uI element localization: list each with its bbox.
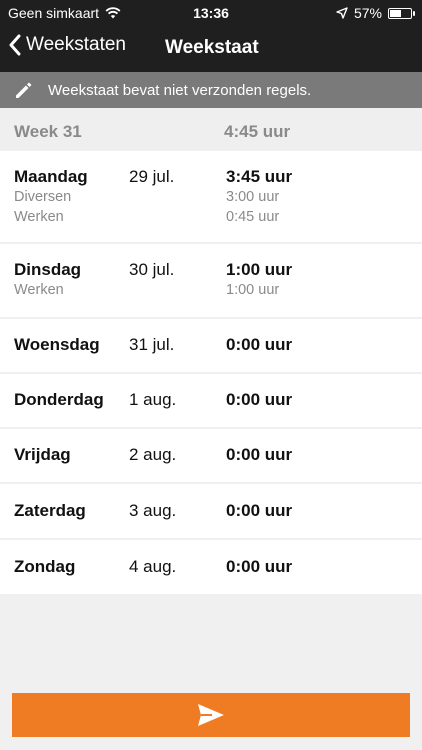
day-row-dinsdag[interactable]: Dinsdag 30 jul. 1:00 uur Werken 1:00 uur	[0, 244, 422, 317]
nav-bar: Weekstaten Weekstaat	[0, 26, 422, 72]
app-header: Geen simkaart 13:36 57% Weekstaten Weeks…	[0, 0, 422, 72]
day-date: 4 aug.	[129, 557, 177, 576]
day-row-donderdag[interactable]: Donderdag 1 aug. 0:00 uur	[0, 374, 422, 427]
day-name: Vrijdag	[14, 445, 71, 464]
day-hours: 0:00 uur	[226, 335, 293, 354]
location-arrow-icon	[336, 7, 348, 19]
day-date: 2 aug.	[129, 445, 177, 464]
day-name: Zondag	[14, 557, 76, 576]
day-hours: 0:00 uur	[226, 557, 293, 576]
battery-percent: 57%	[353, 5, 382, 21]
day-hours: 0:00 uur	[226, 501, 293, 520]
week-label: Week 31	[14, 122, 82, 141]
day-name: Donderdag	[14, 390, 104, 409]
banner-text: Weekstaat bevat niet verzonden regels.	[48, 81, 312, 99]
back-label: Weekstaten	[26, 34, 126, 55]
day-date: 31 jul.	[129, 335, 175, 354]
entry-hours: 0:45 uur	[226, 209, 280, 225]
entry-hours: 1:00 uur	[226, 282, 280, 298]
week-summary: Week 31 4:45 uur	[0, 108, 422, 150]
page-title: Weekstaat	[165, 37, 259, 58]
day-date: 29 jul.	[129, 167, 175, 186]
day-date: 1 aug.	[129, 390, 177, 409]
day-date: 3 aug.	[129, 501, 177, 520]
status-bar: Geen simkaart 13:36 57%	[0, 0, 422, 26]
day-name: Woensdag	[14, 335, 100, 354]
entry-type: Werken	[14, 209, 64, 225]
day-row-vrijdag[interactable]: Vrijdag 2 aug. 0:00 uur	[0, 429, 422, 482]
day-hours: 3:45 uur	[226, 167, 293, 186]
entry-type: Diversen	[14, 189, 72, 205]
chevron-left-icon	[9, 34, 21, 56]
send-button[interactable]	[12, 693, 410, 737]
pencil-icon	[16, 82, 32, 98]
day-name: Dinsdag	[14, 260, 82, 279]
back-button[interactable]: Weekstaten	[8, 34, 126, 56]
entry-type: Werken	[14, 282, 64, 298]
entry-hours: 3:00 uur	[226, 189, 280, 205]
week-total: 4:45 uur	[224, 122, 291, 141]
day-row-zaterdag[interactable]: Zaterdag 3 aug. 0:00 uur	[0, 484, 422, 538]
day-row-woensdag[interactable]: Woensdag 31 jul. 0:00 uur	[0, 319, 422, 372]
day-name: Zaterdag	[14, 501, 86, 520]
unsent-warning-banner: Weekstaat bevat niet verzonden regels.	[0, 72, 422, 108]
send-icon	[198, 704, 224, 726]
day-hours: 1:00 uur	[226, 260, 293, 279]
day-name: Maandag	[14, 167, 88, 186]
battery-icon	[388, 7, 415, 19]
day-row-maandag[interactable]: Maandag 29 jul. 3:45 uur Diversen 3:00 u…	[0, 151, 422, 242]
day-date: 30 jul.	[129, 260, 175, 279]
day-hours: 0:00 uur	[226, 445, 293, 464]
day-row-zondag[interactable]: Zondag 4 aug. 0:00 uur	[0, 540, 422, 594]
day-hours: 0:00 uur	[226, 390, 293, 409]
